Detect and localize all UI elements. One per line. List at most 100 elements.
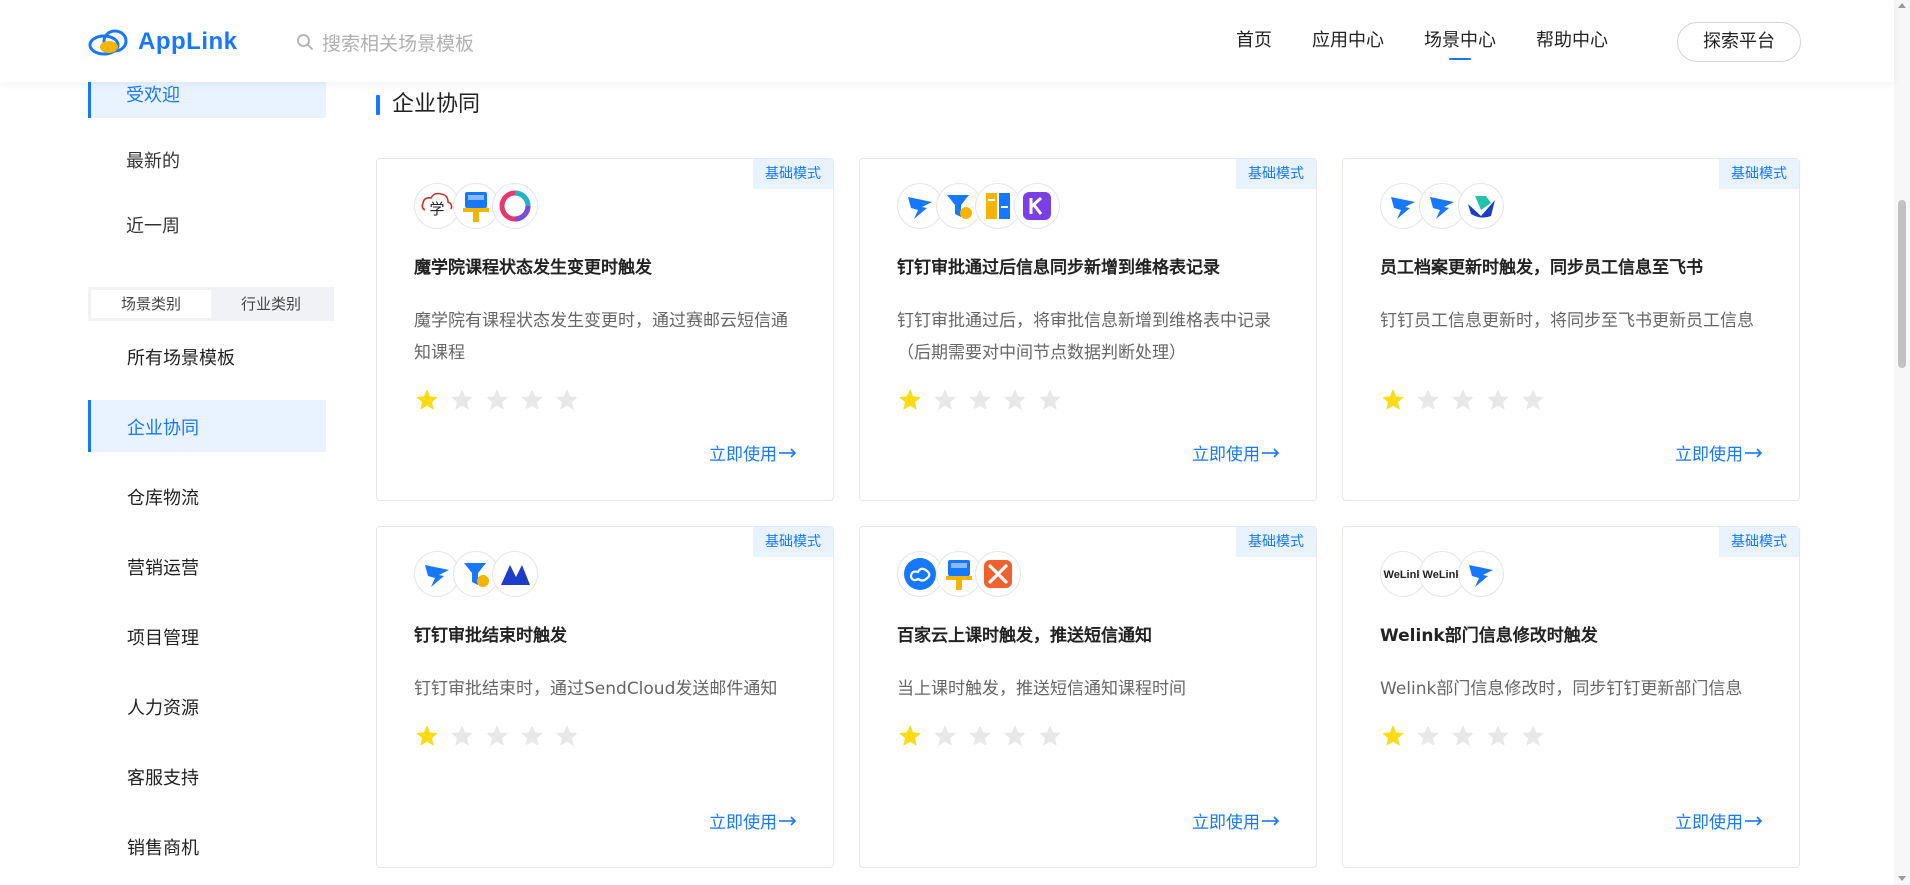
use-now-label: 立即使用	[709, 813, 777, 833]
sort-popular-label: 受欢迎	[126, 85, 180, 106]
use-now-label: 立即使用	[1192, 813, 1260, 833]
star-empty-icon	[1004, 389, 1026, 410]
use-now-link[interactable]: 立即使用	[1192, 440, 1280, 465]
star-empty-icon	[486, 725, 508, 746]
star-empty-icon	[969, 725, 991, 746]
app-icons	[1380, 183, 1504, 229]
rating-stars	[414, 387, 580, 413]
card-title: 员工档案更新时触发，同步员工信息至飞书	[1380, 258, 1703, 278]
sort-newest[interactable]: 最新的	[88, 134, 326, 184]
star-empty-icon	[934, 389, 956, 410]
main-nav: 首页 应用中心 场景中心 帮助中心	[1236, 26, 1648, 60]
use-now-link[interactable]: 立即使用	[1192, 808, 1280, 833]
svg-text:WeLink: WeLink	[1384, 569, 1423, 581]
app-icons	[414, 551, 538, 597]
mode-badge: 基础模式	[1719, 159, 1799, 189]
mode-badge: 基础模式	[753, 159, 833, 189]
category-warehouse-logistics[interactable]: 仓库物流	[88, 470, 326, 522]
rating-stars	[1380, 387, 1546, 413]
use-now-link[interactable]: 立即使用	[1675, 440, 1763, 465]
card-title: 钉钉审批通过后信息同步新增到维格表记录	[897, 258, 1220, 278]
rainbow-ring-icon	[492, 183, 538, 229]
nav-scene-center[interactable]: 场景中心	[1424, 26, 1496, 60]
tab-industry-category[interactable]: 行业类别	[211, 290, 331, 318]
rating-stars	[414, 723, 580, 749]
nav-home[interactable]: 首页	[1236, 26, 1272, 60]
card-title: 钉钉审批结束时触发	[414, 626, 567, 646]
star-filled-icon	[899, 389, 921, 410]
card-description: 钉钉员工信息更新时，将同步至飞书更新员工信息	[1380, 311, 1754, 331]
scene-card[interactable]: 基础模式 学 魔学院课程状态发生变更时触发 魔学院有课程状态发生变更时，通过赛邮…	[376, 158, 834, 501]
star-empty-icon	[451, 725, 473, 746]
star-empty-icon	[556, 389, 578, 410]
nav-app-center[interactable]: 应用中心	[1312, 26, 1384, 60]
use-now-link[interactable]: 立即使用	[709, 808, 797, 833]
svg-text:WeLink: WeLink	[1423, 569, 1462, 581]
category-hr[interactable]: 人力资源	[88, 680, 326, 732]
star-filled-icon	[1382, 725, 1404, 746]
category-label: 客服支持	[127, 768, 199, 789]
star-empty-icon	[521, 725, 543, 746]
purple-k-icon	[1014, 183, 1060, 229]
use-now-label: 立即使用	[1675, 445, 1743, 465]
mode-badge: 基础模式	[1236, 527, 1316, 557]
category-sales-opportunity[interactable]: 销售商机	[88, 820, 326, 872]
category-customer-support[interactable]: 客服支持	[88, 750, 326, 802]
star-empty-icon	[1004, 725, 1026, 746]
arrow-right-icon	[1262, 815, 1280, 826]
star-empty-icon	[1452, 725, 1474, 746]
tab-scene-category[interactable]: 场景类别	[91, 290, 211, 318]
rating-stars	[1380, 723, 1546, 749]
search-icon	[297, 34, 313, 50]
section-title: 企业协同	[376, 92, 480, 118]
use-now-link[interactable]: 立即使用	[709, 440, 797, 465]
category-label: 企业协同	[127, 418, 199, 439]
mode-badge: 基础模式	[1719, 527, 1799, 557]
scene-card[interactable]: 基础模式 钉钉审批通过后信息同步新增到维格表记录 钉钉审批通过后，将审批信息新增…	[859, 158, 1317, 501]
app-icons: WeLink WeLink	[1380, 551, 1504, 597]
rating-stars	[897, 387, 1063, 413]
orange-tools-icon	[975, 551, 1021, 597]
star-empty-icon	[1487, 725, 1509, 746]
explore-platform-button[interactable]: 探索平台	[1677, 22, 1801, 62]
star-empty-icon	[1522, 389, 1544, 410]
card-title: Welink部门信息修改时触发	[1380, 626, 1598, 646]
card-description: 钉钉审批结束时，通过SendCloud发送邮件通知	[414, 679, 778, 699]
sort-last-week[interactable]: 近一周	[88, 199, 326, 249]
use-now-link[interactable]: 立即使用	[1675, 808, 1763, 833]
star-empty-icon	[1039, 725, 1061, 746]
dingtalk-icon	[1458, 551, 1504, 597]
scrollbar-thumb[interactable]	[1898, 200, 1906, 368]
scene-card[interactable]: 基础模式 百家云上课时触发，推送短信通知 当上课时触发，推送短信通知课程时间 立…	[859, 526, 1317, 868]
star-empty-icon	[1039, 389, 1061, 410]
star-empty-icon	[1487, 389, 1509, 410]
search-box[interactable]: 搜索相关场景模板	[296, 28, 556, 56]
arrow-right-icon	[1745, 815, 1763, 826]
mode-badge: 基础模式	[753, 527, 833, 557]
scroll-down-arrow-icon[interactable]	[1898, 876, 1906, 881]
scene-card[interactable]: 基础模式 员工档案更新时触发，同步员工信息至飞书 钉钉员工信息更新时，将同步至飞…	[1342, 158, 1800, 501]
page-scrollbar[interactable]	[1894, 0, 1910, 885]
scene-card[interactable]: 基础模式 钉钉审批结束时触发 钉钉审批结束时，通过SendCloud发送邮件通知…	[376, 526, 834, 868]
category-enterprise-collab[interactable]: 企业协同	[88, 400, 326, 452]
sendcloud-icon	[492, 551, 538, 597]
card-description: 魔学院有课程状态发生变更时，通过赛邮云短信通知课程	[414, 311, 788, 363]
applink-logo[interactable]: AppLink	[88, 26, 238, 58]
card-description: 钉钉审批通过后，将审批信息新增到维格表中记录（后期需要对中间节点数据判断处理）	[897, 311, 1271, 363]
category-type-tabs: 场景类别 行业类别	[88, 287, 334, 321]
use-now-label: 立即使用	[1192, 445, 1260, 465]
star-empty-icon	[556, 725, 578, 746]
category-marketing[interactable]: 营销运营	[88, 540, 326, 592]
app-icons	[897, 551, 1021, 597]
category-label: 仓库物流	[127, 488, 199, 509]
scene-card[interactable]: 基础模式 WeLink WeLink Welink部门信息修改时触发 Welin…	[1342, 526, 1800, 868]
mode-badge: 基础模式	[1236, 159, 1316, 189]
logo-text: AppLink	[138, 28, 238, 55]
star-empty-icon	[1417, 725, 1439, 746]
category-project-management[interactable]: 项目管理	[88, 610, 326, 662]
category-all[interactable]: 所有场景模板	[88, 330, 326, 382]
nav-help-center[interactable]: 帮助中心	[1536, 26, 1608, 60]
star-filled-icon	[1382, 389, 1404, 410]
cloud-logo-icon	[88, 29, 128, 56]
scroll-up-arrow-icon[interactable]	[1898, 3, 1906, 8]
